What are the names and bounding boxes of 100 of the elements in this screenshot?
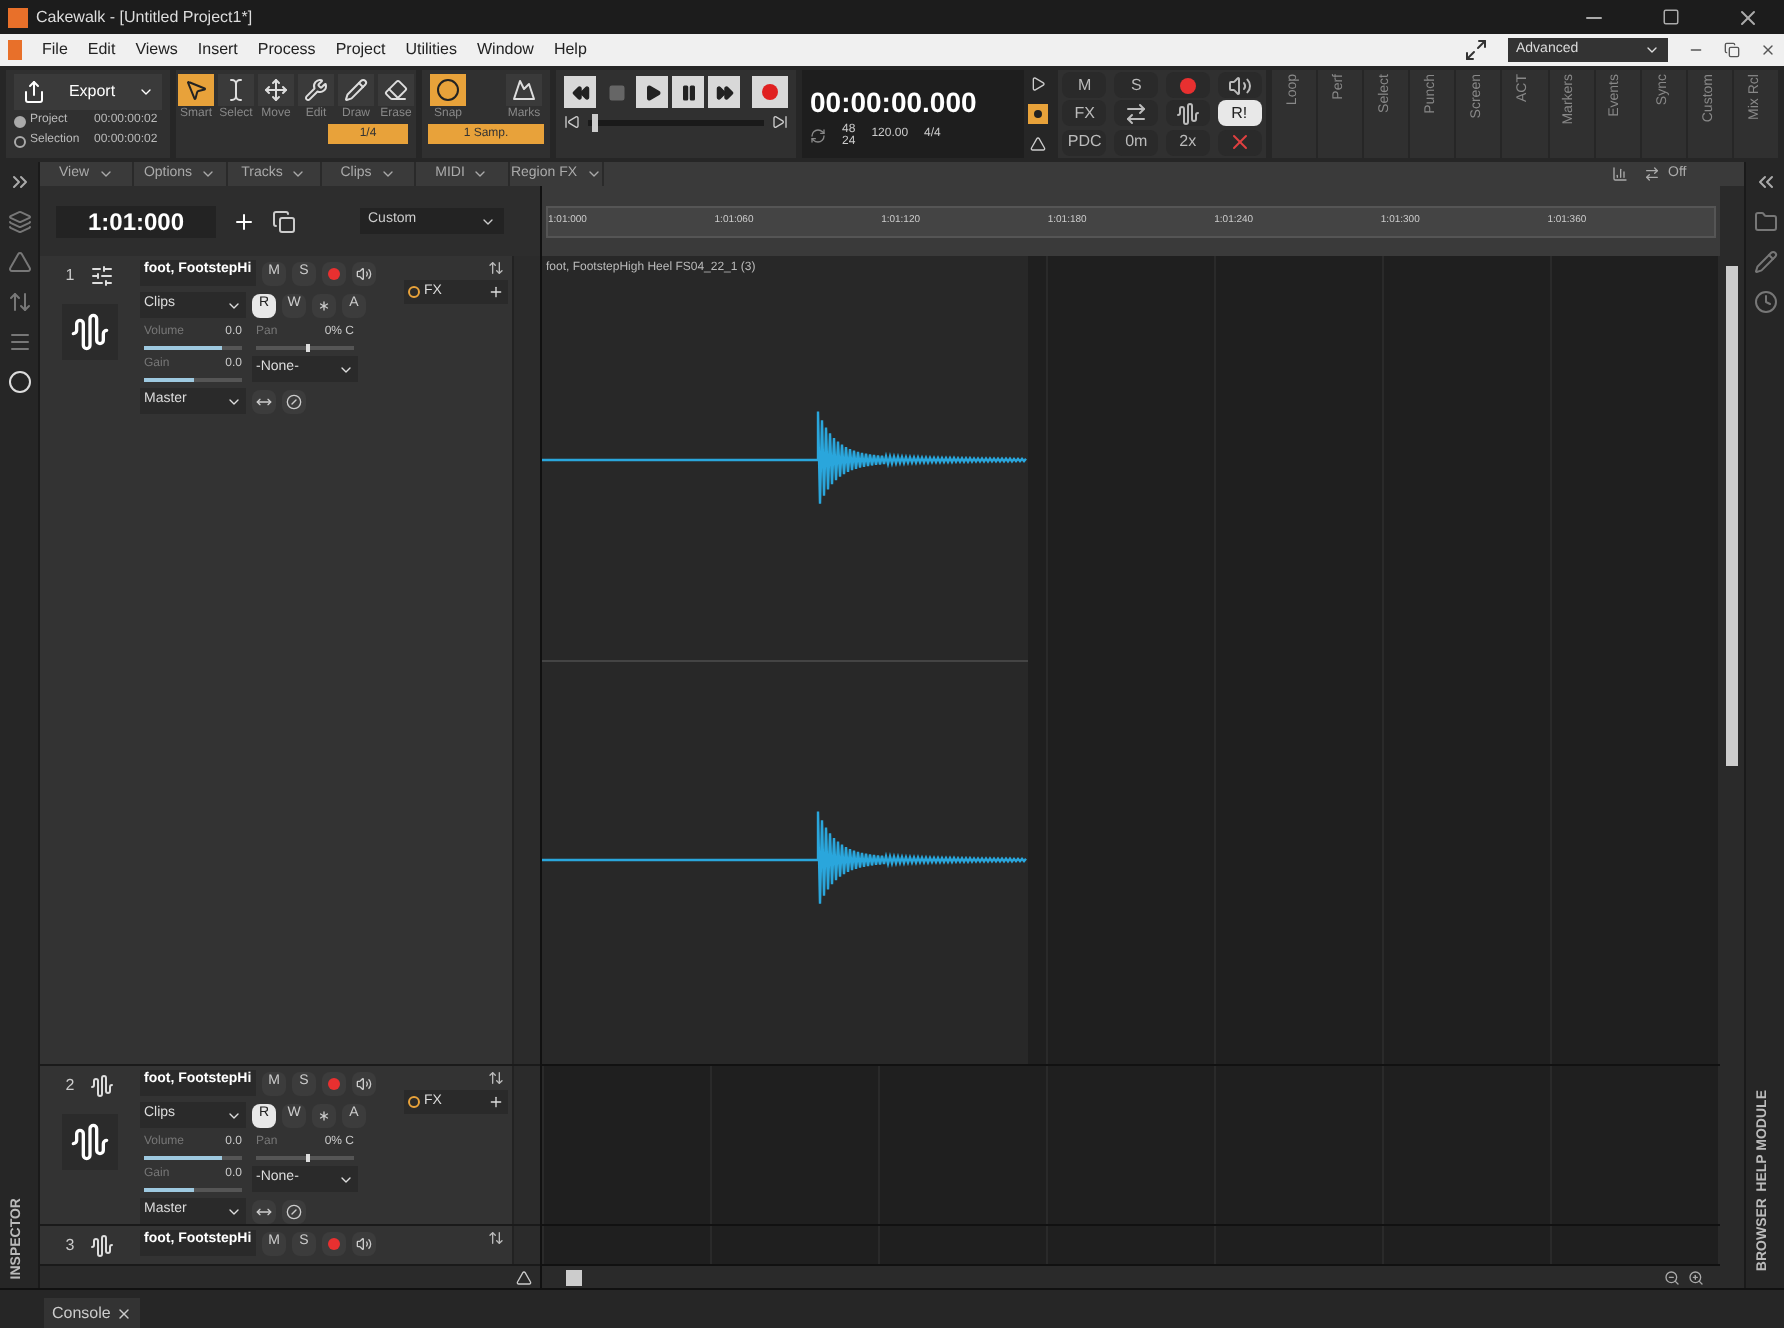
wrench-icon <box>304 78 328 102</box>
wave-button[interactable] <box>1165 100 1210 127</box>
caret-icon <box>200 166 217 182</box>
loop-icon <box>810 127 826 143</box>
snap-button[interactable] <box>430 74 466 106</box>
asterisk-button[interactable] <box>312 1103 336 1127</box>
tool-button[interactable] <box>218 74 254 106</box>
radio-button[interactable] <box>14 115 26 127</box>
chart-icon[interactable] <box>1612 166 1628 182</box>
menu-item[interactable]: Window <box>477 38 534 62</box>
collapse-icon[interactable] <box>7 170 31 194</box>
expand-icon[interactable] <box>1464 38 1488 62</box>
resize-icon[interactable] <box>488 1230 504 1246</box>
swap-button[interactable] <box>1114 100 1159 127</box>
menu-item[interactable]: File <box>42 38 68 62</box>
caret-icon <box>97 166 114 182</box>
record-button[interactable] <box>1165 72 1210 99</box>
menu-item[interactable]: Project <box>335 38 386 62</box>
sliders-icon <box>90 264 115 288</box>
add-icon[interactable] <box>488 284 504 300</box>
mix-button[interactable]: 2x <box>1165 129 1210 156</box>
width-button[interactable] <box>252 1199 276 1223</box>
mix-button[interactable]: M <box>1062 72 1107 99</box>
caret-icon <box>585 166 602 182</box>
speaker-icon <box>356 1235 372 1251</box>
caret-icon <box>379 166 396 182</box>
marks-button[interactable] <box>506 74 542 106</box>
menu-item[interactable]: Insert <box>197 38 238 62</box>
zoom-in-icon[interactable] <box>1688 1269 1704 1285</box>
add-track-icon[interactable] <box>232 209 256 233</box>
mix-button[interactable]: FX <box>1062 100 1107 127</box>
arrows-icon <box>1124 101 1149 126</box>
record-mode-button[interactable] <box>1028 104 1048 124</box>
mix-button[interactable]: R! <box>1217 100 1262 127</box>
mix-button[interactable]: 0m <box>1114 129 1159 156</box>
slashed-circle-icon <box>286 1203 302 1219</box>
mix-button[interactable]: PDC <box>1062 129 1107 156</box>
pause-button[interactable] <box>672 76 704 108</box>
restore-icon[interactable] <box>1724 42 1740 58</box>
radio-button[interactable] <box>14 135 26 147</box>
go-to-end-icon[interactable] <box>772 114 788 130</box>
folder-icon[interactable] <box>1753 210 1777 234</box>
mountain-icon <box>512 78 536 102</box>
now-time-display[interactable]: 1:01:000 <box>56 205 216 237</box>
slashed-circle-icon <box>286 393 302 409</box>
menu-icon[interactable] <box>7 330 31 354</box>
close-icon[interactable] <box>1736 5 1760 29</box>
menu-item[interactable]: Help <box>553 38 587 62</box>
circle-icon[interactable] <box>7 370 31 394</box>
phase-button[interactable] <box>282 389 306 413</box>
arrows-icon <box>1644 166 1660 182</box>
speaker-icon <box>356 265 372 281</box>
tool-button[interactable] <box>338 74 374 106</box>
export-button[interactable]: Export <box>14 74 162 110</box>
speaker-button[interactable] <box>1217 72 1262 99</box>
asterisk-icon <box>316 297 332 313</box>
console-tab[interactable]: Console <box>44 1298 140 1328</box>
add-icon[interactable] <box>488 1094 504 1110</box>
menu-item[interactable]: Process <box>257 38 316 62</box>
menu-item[interactable]: Views <box>135 38 178 62</box>
clock-icon[interactable] <box>1753 290 1777 314</box>
zoom-out-icon[interactable] <box>1664 1269 1680 1285</box>
duplicate-icon[interactable] <box>272 209 296 233</box>
input-echo-button[interactable] <box>352 1071 376 1095</box>
fast-forward-button[interactable] <box>708 76 740 108</box>
rewind-button[interactable] <box>564 76 596 108</box>
waveform-icon <box>70 312 110 352</box>
go-to-start-icon[interactable] <box>564 114 580 130</box>
horizontal-arrows-icon <box>256 393 272 409</box>
collapse-icon[interactable] <box>1753 170 1777 194</box>
arrows-icon[interactable] <box>7 290 31 314</box>
record-button[interactable] <box>752 76 788 108</box>
pencil-icon[interactable] <box>1753 250 1777 274</box>
width-button[interactable] <box>252 389 276 413</box>
play-icon[interactable] <box>1030 76 1046 92</box>
layers-icon[interactable] <box>7 210 31 234</box>
tool-button[interactable] <box>378 74 414 106</box>
phase-button[interactable] <box>282 1199 306 1223</box>
resize-icon[interactable] <box>488 260 504 276</box>
tool-button[interactable] <box>258 74 294 106</box>
menu-item[interactable]: Utilities <box>405 38 457 62</box>
vertical-scrollbar-thumb[interactable] <box>1726 266 1738 766</box>
tool-button[interactable] <box>298 74 334 106</box>
menu-item[interactable]: Edit <box>87 38 116 62</box>
play-button[interactable] <box>636 76 668 108</box>
asterisk-button[interactable] <box>312 293 336 317</box>
tool-button[interactable] <box>178 74 214 106</box>
time-display[interactable]: 00:00:00.000 <box>810 81 1016 123</box>
horizontal-scrollbar-thumb[interactable] <box>566 1269 582 1285</box>
position-slider-thumb[interactable] <box>591 113 598 131</box>
input-echo-button[interactable] <box>352 1231 376 1255</box>
close-icon[interactable] <box>1760 42 1776 58</box>
mix-button[interactable]: S <box>1114 72 1159 99</box>
maximize-icon[interactable] <box>1662 8 1680 26</box>
track-number: 1 <box>65 264 75 288</box>
rewind-icon <box>571 83 589 101</box>
resize-icon[interactable] <box>488 1070 504 1086</box>
speaker-icon <box>356 1075 372 1091</box>
input-echo-button[interactable] <box>352 261 376 285</box>
asterisk-icon <box>316 1107 332 1123</box>
